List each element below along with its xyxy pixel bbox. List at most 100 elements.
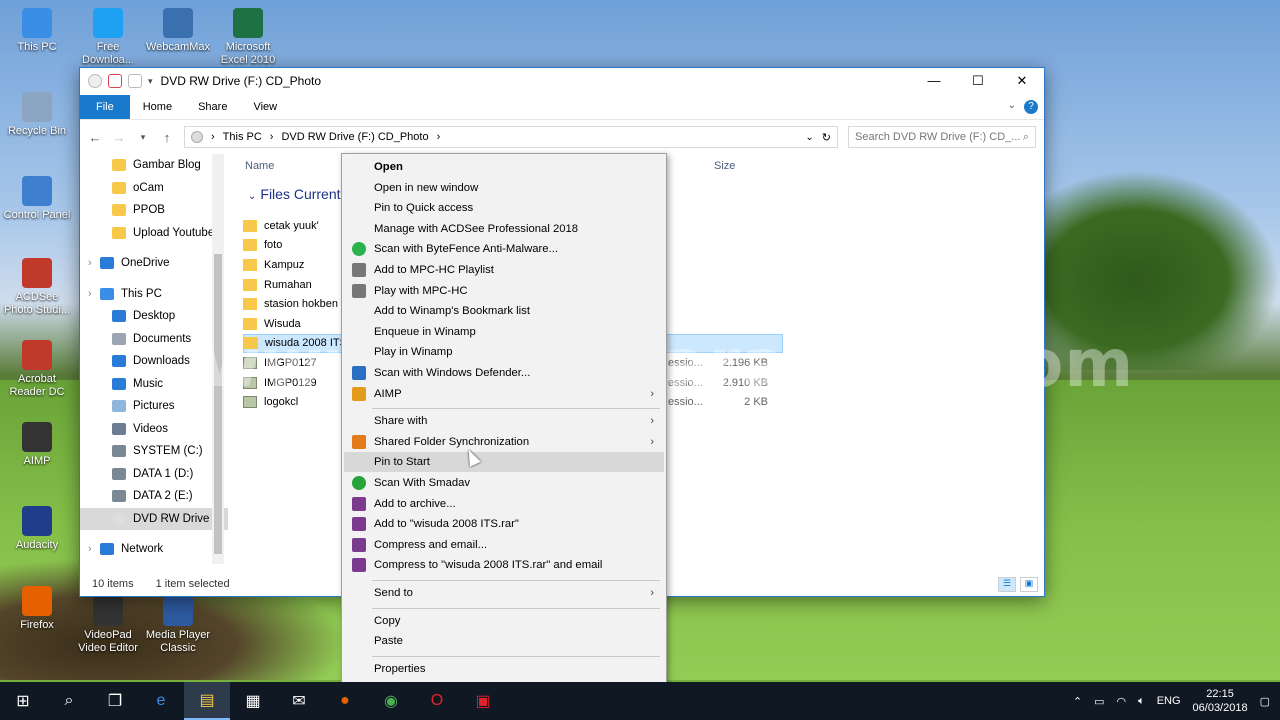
firefox-icon[interactable]: ● bbox=[322, 682, 368, 720]
quick-access-dropdown-icon[interactable]: ▾ bbox=[148, 76, 153, 87]
menu-item[interactable]: Play with MPC-HC bbox=[344, 281, 664, 301]
desktop-icon[interactable]: ACDSee Photo Studi... bbox=[0, 258, 74, 317]
tab-share[interactable]: Share bbox=[185, 95, 240, 119]
maximize-button[interactable]: ☐ bbox=[956, 68, 1000, 94]
battery-icon[interactable]: ▭ bbox=[1094, 695, 1104, 708]
tab-file[interactable]: File bbox=[80, 94, 130, 119]
context-menu[interactable]: Open Open in new window Pin to Quick acces… bbox=[341, 153, 667, 683]
desktop-icon[interactable]: AIMP bbox=[0, 422, 74, 468]
desktop-icon[interactable]: Recycle Bin bbox=[0, 92, 74, 138]
ribbon-expand-icon[interactable]: ⌄ bbox=[1008, 100, 1016, 114]
nav-item[interactable]: SYSTEM (C:) bbox=[80, 440, 228, 463]
menu-item[interactable]: Paste bbox=[344, 631, 664, 651]
volume-icon[interactable]: 🔈︎ bbox=[1138, 695, 1145, 708]
menu-item[interactable]: Add to MPC-HC Playlist bbox=[344, 260, 664, 280]
nav-item[interactable]: DVD RW Drive (F bbox=[80, 507, 228, 530]
opera-icon[interactable]: O bbox=[414, 682, 460, 720]
menu-item[interactable]: Scan With Smadav bbox=[344, 473, 664, 493]
menu-item[interactable]: Add to archive... bbox=[344, 494, 664, 514]
forward-arrow-icon[interactable]: → bbox=[112, 130, 126, 145]
desktop-icon[interactable]: Audacity bbox=[0, 506, 74, 552]
nav-item[interactable]: DATA 1 (D:) bbox=[80, 463, 228, 486]
nav-item[interactable]: PPOB bbox=[80, 199, 228, 222]
nav-item[interactable]: oCam bbox=[80, 177, 228, 200]
desktop-icon[interactable]: Acrobat Reader DC bbox=[0, 340, 74, 399]
desktop-icon[interactable]: VideoPad Video Editor bbox=[71, 596, 145, 655]
menu-item[interactable]: Scan with Windows Defender... bbox=[344, 363, 664, 383]
breadcrumb-this-pc[interactable]: This PC bbox=[223, 131, 262, 143]
menu-item[interactable]: Add to Winamp's Bookmark list bbox=[344, 301, 664, 321]
breadcrumb-separator-icon[interactable]: › bbox=[437, 131, 441, 143]
group-collapse-icon[interactable]: ⌄ bbox=[248, 191, 256, 202]
menu-item[interactable]: Play in Winamp bbox=[344, 342, 664, 362]
desktop-icon[interactable]: Microsoft Excel 2010 bbox=[211, 8, 285, 67]
action-center-icon[interactable]: ▢ bbox=[1260, 695, 1270, 708]
language-indicator[interactable]: ENG bbox=[1157, 695, 1181, 707]
menu-item[interactable]: Pin to Quick access bbox=[344, 198, 664, 218]
menu-item[interactable]: Share with › bbox=[344, 411, 664, 431]
desktop-icon[interactable]: Firefox bbox=[0, 586, 74, 632]
search-icon[interactable]: ⌕ bbox=[46, 682, 92, 720]
menu-item[interactable]: Compress and email... bbox=[344, 535, 664, 555]
tab-view[interactable]: View bbox=[240, 95, 290, 119]
nav-item[interactable]: Gambar Blog bbox=[80, 154, 228, 177]
store-icon[interactable]: ▦ bbox=[230, 682, 276, 720]
scrollbar-thumb[interactable] bbox=[214, 254, 222, 554]
large-icons-view-button[interactable]: ▣ bbox=[1020, 577, 1038, 592]
mail-icon[interactable]: ✉ bbox=[276, 682, 322, 720]
menu-item[interactable]: Add to "wisuda 2008 ITS.rar" bbox=[344, 514, 664, 534]
breadcrumb-separator-icon[interactable]: › bbox=[270, 131, 274, 143]
nav-item[interactable]: › OneDrive bbox=[80, 252, 228, 275]
menu-item[interactable]: Copy bbox=[344, 611, 664, 631]
details-view-button[interactable]: ☰ bbox=[998, 577, 1016, 592]
search-input[interactable]: Search DVD RW Drive (F:) CD_... ⌕ bbox=[848, 126, 1036, 148]
help-icon[interactable]: ? bbox=[1024, 99, 1038, 114]
recent-locations-icon[interactable]: ▾ bbox=[136, 132, 150, 143]
start-icon[interactable]: ⊞ bbox=[0, 682, 46, 720]
close-button[interactable]: ✕ bbox=[1000, 68, 1044, 94]
chrome-icon[interactable]: ◉ bbox=[368, 682, 414, 720]
nav-item[interactable]: › Network bbox=[80, 538, 228, 561]
desktop-icon[interactable]: WebcamMax bbox=[141, 8, 215, 54]
nav-item[interactable]: Videos bbox=[80, 418, 228, 441]
nav-item[interactable]: Upload Youtube bbox=[80, 222, 228, 245]
desktop-icon[interactable]: Free Downloa... bbox=[71, 8, 145, 67]
column-header-size[interactable]: Size bbox=[714, 160, 735, 172]
new-folder-icon[interactable] bbox=[128, 74, 142, 88]
address-bar[interactable]: › This PC › DVD RW Drive (F:) CD_Photo ›… bbox=[184, 126, 838, 148]
breadcrumb-separator-icon[interactable]: › bbox=[211, 131, 215, 143]
back-arrow-icon[interactable]: ← bbox=[88, 130, 102, 145]
breadcrumb-current[interactable]: DVD RW Drive (F:) CD_Photo bbox=[281, 131, 428, 143]
desktop-icon[interactable]: Media Player Classic bbox=[141, 596, 215, 655]
edge-icon[interactable]: e bbox=[138, 682, 184, 720]
menu-item[interactable]: Enqueue in Winamp bbox=[344, 322, 664, 342]
title-bar[interactable]: ▾ DVD RW Drive (F:) CD_Photo — ☐ ✕ bbox=[80, 68, 1044, 94]
menu-item[interactable]: Shared Folder Synchronization › bbox=[344, 432, 664, 452]
menu-item[interactable]: Send to › bbox=[344, 583, 664, 603]
menu-item[interactable]: Scan with ByteFence Anti-Malware... bbox=[344, 239, 664, 259]
file-explorer-icon[interactable]: ▤ bbox=[184, 682, 230, 720]
task-view-icon[interactable]: ❐ bbox=[92, 682, 138, 720]
nav-item[interactable]: DATA 2 (E:) bbox=[80, 485, 228, 508]
wifi-icon[interactable]: ◠ bbox=[1116, 695, 1126, 708]
acdsee-icon[interactable]: ▣ bbox=[460, 682, 506, 720]
nav-item[interactable]: › This PC bbox=[80, 283, 228, 306]
refresh-icon[interactable]: ↻ bbox=[822, 131, 831, 144]
tab-home[interactable]: Home bbox=[130, 95, 185, 119]
show-hidden-icons-icon[interactable]: ⌃ bbox=[1073, 695, 1082, 708]
menu-item[interactable]: AIMP › bbox=[344, 384, 664, 404]
desktop-icon[interactable]: Control Panel bbox=[0, 176, 74, 222]
up-arrow-icon[interactable]: ↑ bbox=[160, 130, 174, 145]
menu-item[interactable]: Compress to "wisuda 2008 ITS.rar" and em… bbox=[344, 555, 664, 575]
column-header-name[interactable]: Name bbox=[245, 160, 274, 172]
minimize-button[interactable]: — bbox=[912, 68, 956, 94]
address-dropdown-icon[interactable]: ⌄ bbox=[805, 132, 813, 143]
menu-item[interactable]: Manage with ACDSee Professional 2018 bbox=[344, 219, 664, 239]
properties-icon[interactable] bbox=[108, 74, 122, 88]
menu-item[interactable]: Open bbox=[344, 157, 664, 177]
clock[interactable]: 22:15 06/03/2018 bbox=[1193, 687, 1248, 715]
menu-item[interactable]: Properties bbox=[344, 659, 664, 679]
menu-item[interactable]: Open in new window bbox=[344, 178, 664, 198]
menu-item[interactable]: Pin to Start bbox=[344, 452, 664, 473]
desktop-icon[interactable]: This PC bbox=[0, 8, 74, 54]
